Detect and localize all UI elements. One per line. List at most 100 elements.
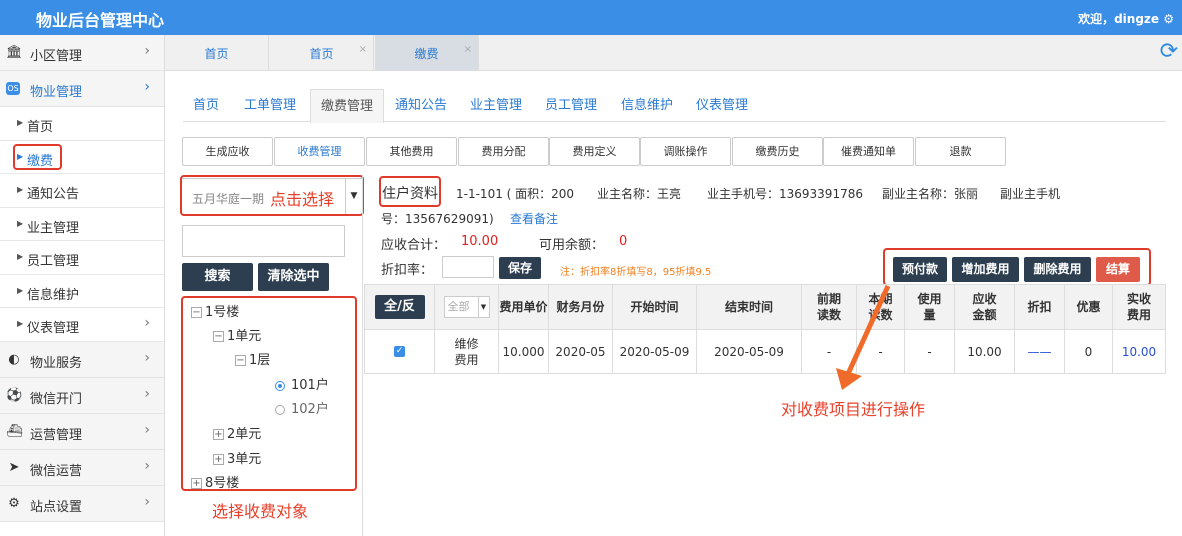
sidebar-item-site-settings[interactable]: ⚙ 站点设置 › (0, 485, 164, 522)
tab-home[interactable]: 首页 (183, 89, 229, 122)
cell-unit-price: 10.000 (499, 330, 549, 373)
vice-owner-phone-label: 副业主手机 (1000, 187, 1061, 201)
sidebar-sub-info[interactable]: ▶ 信息维护 (0, 274, 164, 308)
sidebar-item-wechat-door[interactable]: ⚽ 微信开门 › (0, 377, 164, 414)
chevron-right-icon: › (144, 457, 150, 474)
sidebar-item-wechat-ops[interactable]: ➤ 微信运营 › (0, 449, 164, 486)
sidebar-sub-home[interactable]: ▶ 首页 (0, 107, 164, 141)
annotation-box-tree (181, 296, 357, 491)
discount-input[interactable] (442, 256, 494, 278)
subtab-generate[interactable]: 生成应收 (182, 137, 273, 166)
header-unit-price: 费用单价 (499, 285, 549, 329)
clear-selection-button[interactable]: 清除选中 (258, 263, 329, 291)
cell-start-time: 2020-05-09 (613, 330, 697, 373)
chevron-right-icon: › (144, 79, 150, 95)
welcome-user[interactable]: 欢迎，dingze ⚙ (1078, 10, 1174, 27)
sidebar-sub-meter[interactable]: ▶ 仪表管理 › (0, 308, 164, 342)
sidebar-item-community[interactable]: 🏛 小区管理 › (0, 35, 164, 71)
table-header: 全/反 全部 ▼ 费用单价 财务月份 开始时间 结束时间 前期读数 本期读数 使用… (365, 285, 1165, 330)
annotation-box-actions (883, 248, 1151, 286)
header-usage: 使用量 (905, 285, 955, 329)
subtab-reminder[interactable]: 催费通知单 (823, 137, 914, 166)
refresh-icon[interactable]: ⟳ (1160, 39, 1178, 64)
chevron-right-icon: › (144, 421, 150, 438)
subtab-other[interactable]: 其他费用 (366, 137, 457, 166)
sidebar-sub-staff[interactable]: ▶ 员工管理 (0, 241, 164, 275)
select-all-button[interactable]: 全/反 (374, 295, 425, 319)
header-discount: 折扣 (1015, 285, 1065, 329)
tab-staff[interactable]: 员工管理 (535, 89, 607, 122)
tab-payment[interactable]: 缴费管理 (310, 89, 385, 123)
header-finance-month: 财务月份 (549, 285, 613, 329)
tab-info[interactable]: 信息维护 (611, 89, 683, 122)
balance-label: 可用余额： (539, 238, 605, 253)
caret-down-icon[interactable]: ▼ (477, 297, 489, 317)
sidebar-item-operations[interactable]: ⛴ 运营管理 › (0, 413, 164, 450)
view-remark-link[interactable]: 查看备注 (510, 210, 558, 227)
page-tab-payment[interactable]: 缴费 × (375, 35, 479, 71)
tab-owner[interactable]: 业主管理 (460, 89, 532, 122)
app-title: 物业后台管理中心 (36, 11, 165, 30)
gears-icon: ⚙ (8, 495, 20, 511)
subtab-charge[interactable]: 收费管理 (274, 137, 365, 166)
toggle-icon: ◐ (8, 351, 20, 367)
gear-icon[interactable]: ⚙ (1163, 12, 1174, 26)
close-icon[interactable]: × (464, 31, 472, 69)
save-button[interactable]: 保存 (499, 257, 541, 279)
subtab-adjust[interactable]: 调账操作 (640, 137, 731, 166)
panel-divider (362, 175, 363, 536)
cell-discount[interactable]: —— (1015, 330, 1065, 373)
receivable-value: 10.00 (461, 234, 499, 249)
subtab-allocate[interactable]: 费用分配 (458, 137, 549, 166)
cell-coupon: 0 (1065, 330, 1113, 373)
cell-actual: 10.00 (1121, 344, 1157, 359)
annotation-box-info (379, 176, 441, 207)
search-button[interactable]: 搜索 (182, 263, 253, 291)
module-tabs: 首页 工单管理 缴费管理 通知公告 业主管理 员工管理 信息维护 仪表管理 (183, 89, 1166, 123)
subtab-history[interactable]: 缴费历史 (732, 137, 823, 166)
header-actual: 实收费用 (1126, 292, 1151, 322)
top-bar: 物业后台管理中心 欢迎，dingze ⚙ (0, 0, 1182, 35)
page-tab-home-1[interactable]: 首页 (165, 35, 269, 71)
tab-notice[interactable]: 通知公告 (385, 89, 457, 122)
cell-fee-name: 维修费用 (435, 330, 499, 373)
annotation-operate: 对收费项目进行操作 (781, 400, 926, 419)
sidebar-item-service[interactable]: ◐ 物业服务 › (0, 341, 164, 378)
row-checkbox[interactable]: ✓ (394, 346, 405, 357)
os-icon: OS (6, 82, 20, 95)
owner-phone: 业主手机号：13693391786 (707, 187, 863, 201)
header-end-time: 结束时间 (697, 285, 802, 329)
annotation-arrow (836, 284, 891, 390)
tab-meter[interactable]: 仪表管理 (686, 89, 758, 122)
search-input[interactable] (182, 225, 345, 257)
send-icon: ➤ (8, 459, 20, 475)
bank-icon: 🏛 (6, 45, 23, 60)
cell-finance-month: 2020-05 (549, 330, 613, 373)
soccer-icon: ⚽ (6, 387, 23, 403)
annotation-box-select (180, 175, 364, 216)
close-icon[interactable]: × (359, 31, 367, 69)
sidebar-sub-notice[interactable]: ▶ 通知公告 (0, 174, 164, 208)
fee-filter-select[interactable]: 全部 ▼ (443, 296, 490, 318)
annotation-select-target: 选择收费对象 (212, 502, 309, 521)
chevron-right-icon: › (144, 315, 150, 331)
vice-owner-phone: 号：13567629091) (381, 212, 494, 226)
room-info: 1-1-101 ( 面积：200 (456, 187, 575, 201)
ship-icon: ⛴ (6, 423, 23, 439)
subtab-define[interactable]: 费用定义 (549, 137, 640, 166)
fee-table: 全/反 全部 ▼ 费用单价 财务月份 开始时间 结束时间 前期读数 本期读数 使用… (364, 284, 1166, 374)
receivable-label: 应收合计： (381, 238, 447, 253)
header-coupon: 优惠 (1065, 285, 1113, 329)
table-row[interactable]: ✓ 维修费用 10.000 2020-05 2020-05-09 2020-05… (365, 330, 1165, 373)
tab-workorder[interactable]: 工单管理 (234, 89, 306, 122)
page-tab-bar: 首页 首页 × 缴费 × ⟳ (165, 35, 1182, 71)
subtab-refund[interactable]: 退款 (915, 137, 1006, 166)
chevron-right-icon: › (144, 493, 150, 510)
page-tab-home-2[interactable]: 首页 × (270, 35, 374, 71)
balance-value: 0 (619, 234, 628, 249)
cell-receivable: 10.00 (955, 330, 1015, 373)
sidebar-item-property[interactable]: OS 物业管理 › (0, 71, 164, 107)
sidebar-sub-owner[interactable]: ▶ 业主管理 (0, 207, 164, 241)
header-receivable: 应收金额 (955, 285, 1015, 329)
cell-end-time: 2020-05-09 (697, 330, 802, 373)
